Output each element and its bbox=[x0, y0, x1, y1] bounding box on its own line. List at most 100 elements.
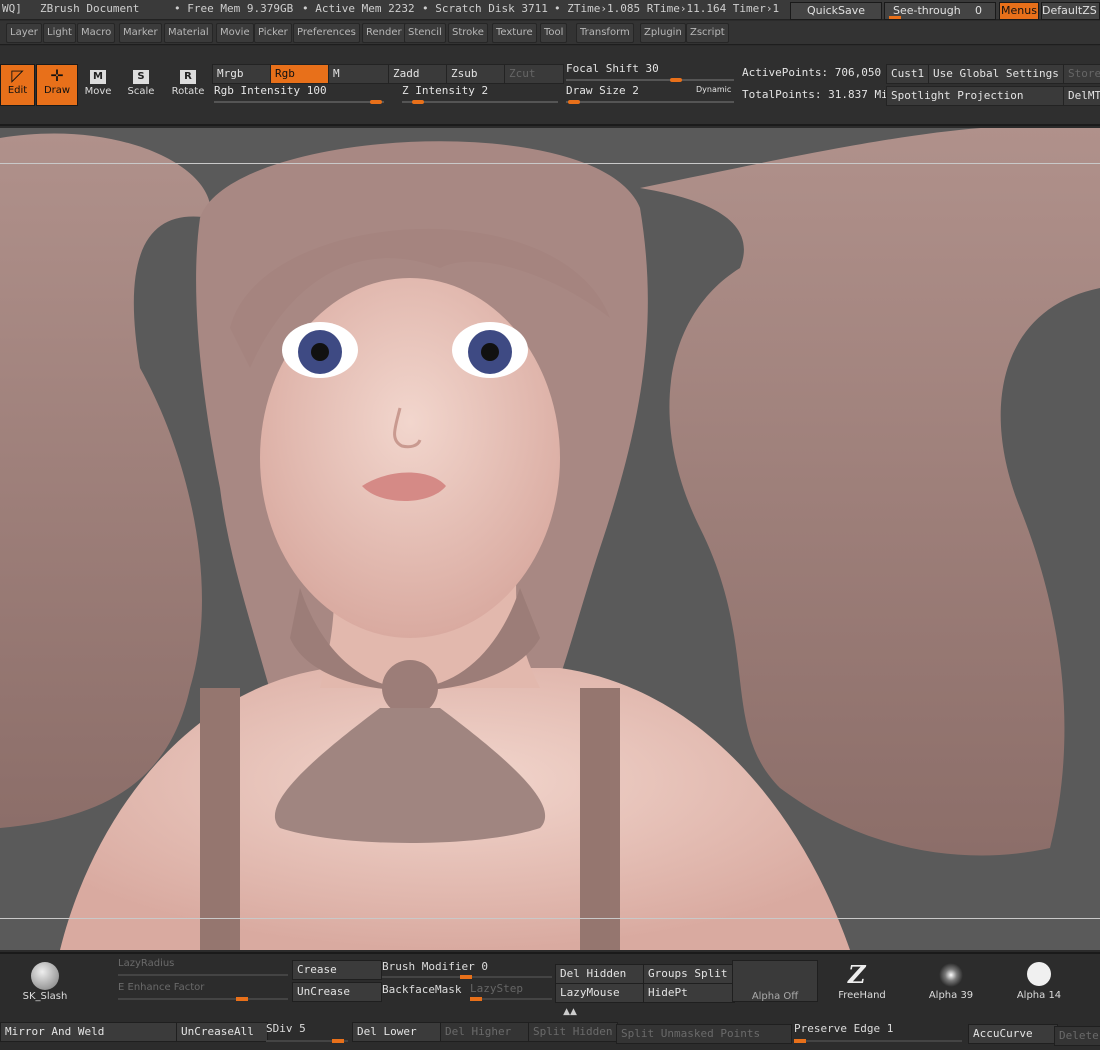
alpha-off-slot[interactable]: Alpha Off bbox=[732, 960, 818, 1002]
left-pigtail bbox=[0, 133, 211, 829]
menu-macro[interactable]: Macro bbox=[77, 23, 116, 43]
sdiv-knob[interactable] bbox=[332, 1039, 344, 1043]
m-button[interactable]: M bbox=[328, 64, 390, 84]
edit-icon: ◸ bbox=[11, 66, 24, 85]
scale-label: Scale bbox=[127, 86, 155, 97]
split-hidden-button[interactable]: Split Hidden bbox=[528, 1022, 618, 1042]
z-intensity-slider[interactable]: Z Intensity 2 bbox=[402, 84, 558, 104]
alpha-off-label: Alpha Off bbox=[751, 991, 799, 1002]
rgb-intensity-slider[interactable]: Rgb Intensity 100 bbox=[214, 84, 384, 104]
menu-material[interactable]: Material bbox=[164, 23, 213, 43]
lazystep-knob[interactable] bbox=[470, 997, 482, 1001]
store-button[interactable]: Store bbox=[1063, 64, 1100, 84]
menu-transform[interactable]: Transform bbox=[576, 23, 634, 43]
mirror-and-weld-button[interactable]: Mirror And Weld bbox=[0, 1022, 178, 1042]
focal-shift-slider[interactable]: Focal Shift 30 bbox=[566, 62, 734, 82]
draw-size-slider[interactable]: Draw Size 2 Dynamic bbox=[566, 84, 734, 104]
uncrease-all-button[interactable]: UnCreaseAll bbox=[176, 1022, 268, 1042]
lazy-radius-track bbox=[118, 974, 288, 976]
menu-movie[interactable]: Movie bbox=[216, 23, 254, 43]
rgb-button[interactable]: Rgb bbox=[270, 64, 330, 84]
collapse-arrows-icon[interactable]: ▲▲ bbox=[540, 1008, 600, 1017]
brush-modifier-label: Brush Modifier 0 bbox=[382, 960, 488, 973]
stroke-slot[interactable]: Z FreeHand bbox=[824, 960, 900, 1002]
delmt-button[interactable]: DelMT bbox=[1063, 86, 1100, 106]
enhance-factor-track bbox=[118, 998, 288, 1000]
rgb-intensity-knob[interactable] bbox=[370, 100, 382, 104]
title-bar: WQ] ZBrush Document • Free Mem 9.379GB •… bbox=[0, 0, 1100, 20]
menu-preferences[interactable]: Preferences bbox=[293, 23, 360, 43]
rgb-intensity-track bbox=[214, 101, 384, 103]
enhance-factor-knob[interactable] bbox=[236, 997, 248, 1001]
spotlight-projection-button[interactable]: Spotlight Projection bbox=[886, 86, 1066, 106]
groups-split-button[interactable]: Groups Split bbox=[643, 964, 735, 984]
brush-modifier-knob[interactable] bbox=[460, 975, 472, 979]
menu-tool[interactable]: Tool bbox=[540, 23, 568, 43]
cust1-button[interactable]: Cust1 bbox=[886, 64, 932, 84]
dynamic-toggle[interactable]: Dynamic bbox=[696, 85, 731, 94]
z-intensity-track bbox=[402, 101, 558, 103]
lazymouse-button[interactable]: LazyMouse bbox=[555, 983, 647, 1003]
canvas-viewport[interactable] bbox=[0, 128, 1100, 950]
z-intensity-label: Z Intensity 2 bbox=[402, 84, 489, 97]
menu-picker[interactable]: Picker bbox=[254, 23, 292, 43]
draw-icon: ✛ bbox=[50, 66, 64, 85]
alpha-14-slot[interactable]: Alpha 14 bbox=[998, 960, 1080, 1002]
preserve-edge-label: Preserve Edge 1 bbox=[794, 1022, 894, 1035]
enhance-factor-label: E Enhance Factor bbox=[118, 982, 205, 993]
alpha-39-slot[interactable]: Alpha 39 bbox=[910, 960, 992, 1002]
scale-tool-button[interactable]: S Scale bbox=[121, 66, 161, 106]
lazy-radius-label: LazyRadius bbox=[118, 958, 175, 969]
brush-modifier-slider[interactable]: Brush Modifier 0 bbox=[382, 960, 552, 979]
zcut-button[interactable]: Zcut bbox=[504, 64, 564, 84]
preserve-edge-slider[interactable]: Preserve Edge 1 bbox=[794, 1022, 962, 1043]
menu-zplugin[interactable]: Zplugin bbox=[640, 23, 686, 43]
left-pupil bbox=[311, 343, 329, 361]
brush-name: SK_Slash bbox=[22, 991, 68, 1002]
accucurve-button[interactable]: AccuCurve bbox=[968, 1024, 1058, 1044]
hidept-button[interactable]: HidePt bbox=[643, 983, 735, 1003]
delete-button[interactable]: Delete bbox=[1054, 1026, 1100, 1046]
see-through-slider[interactable]: See-through 0 bbox=[884, 2, 996, 20]
default-zscript-button[interactable]: DefaultZS bbox=[1041, 2, 1100, 20]
sdiv-label: SDiv 5 bbox=[266, 1022, 306, 1035]
menu-light[interactable]: Light bbox=[43, 23, 76, 43]
del-hidden-button[interactable]: Del Hidden bbox=[555, 964, 647, 984]
menu-zscript[interactable]: Zscript bbox=[686, 23, 729, 43]
crease-button[interactable]: Crease bbox=[292, 960, 382, 980]
draw-size-track bbox=[566, 101, 734, 103]
rotate-tool-button[interactable]: R Rotate bbox=[168, 66, 208, 106]
total-points: TotalPoints: 31.837 Mil bbox=[742, 88, 895, 101]
menu-marker[interactable]: Marker bbox=[119, 23, 162, 43]
sdiv-slider[interactable]: SDiv 5 bbox=[266, 1022, 348, 1043]
zadd-button[interactable]: Zadd bbox=[388, 64, 448, 84]
del-higher-button[interactable]: Del Higher bbox=[440, 1022, 530, 1042]
draw-tool-button[interactable]: ✛ Draw bbox=[36, 64, 78, 106]
brush-slot[interactable]: SK_Slash bbox=[10, 958, 80, 1006]
menu-render[interactable]: Render bbox=[362, 23, 406, 43]
enhance-factor-slider[interactable]: E Enhance Factor bbox=[118, 982, 288, 1001]
backface-mask-button[interactable]: BackfaceMask bbox=[382, 983, 472, 1001]
menu-texture[interactable]: Texture bbox=[492, 23, 537, 43]
edit-tool-button[interactable]: ◸ Edit bbox=[0, 64, 35, 106]
split-unmasked-points-button[interactable]: Split Unmasked Points bbox=[616, 1024, 792, 1044]
menu-stroke[interactable]: Stroke bbox=[448, 23, 488, 43]
alpha-14-icon bbox=[1027, 962, 1051, 986]
z-intensity-knob[interactable] bbox=[412, 100, 424, 104]
alpha-39-icon bbox=[939, 963, 963, 987]
del-lower-button[interactable]: Del Lower bbox=[352, 1022, 442, 1042]
lazy-radius-slider[interactable]: LazyRadius bbox=[118, 958, 288, 976]
focal-shift-knob[interactable] bbox=[670, 78, 682, 82]
menus-button[interactable]: Menus bbox=[999, 2, 1039, 20]
mrgb-button[interactable]: Mrgb bbox=[212, 64, 274, 84]
move-tool-button[interactable]: M Move bbox=[78, 66, 118, 106]
menu-layer[interactable]: Layer bbox=[6, 23, 42, 43]
menu-stencil[interactable]: Stencil bbox=[404, 23, 446, 43]
zsub-button[interactable]: Zsub bbox=[446, 64, 506, 84]
draw-size-knob[interactable] bbox=[568, 100, 580, 104]
uncrease-button[interactable]: UnCrease bbox=[292, 982, 382, 1002]
quicksave-button[interactable]: QuickSave bbox=[790, 2, 882, 20]
preserve-edge-knob[interactable] bbox=[794, 1039, 806, 1043]
use-global-settings-button[interactable]: Use Global Settings bbox=[928, 64, 1066, 84]
lazystep-slider[interactable]: LazyStep bbox=[470, 982, 552, 1001]
